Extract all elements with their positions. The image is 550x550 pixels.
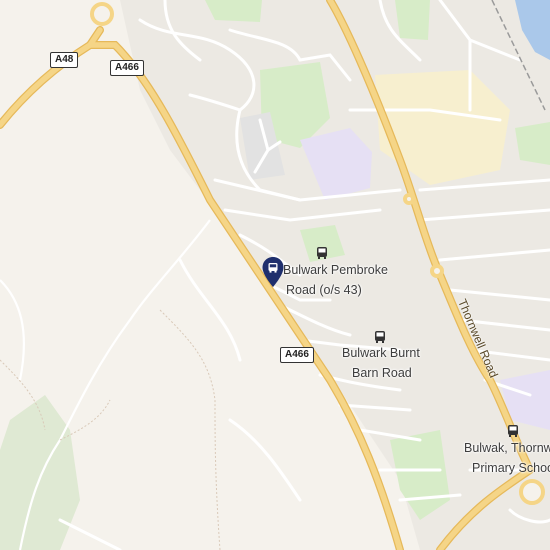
paths — [0, 219, 211, 550]
bus-icon — [508, 425, 518, 437]
bus-stop-label-line1: Bulwark Burnt — [342, 346, 420, 360]
bus-icon — [317, 247, 327, 259]
map-view[interactable]: A48 A466 A466 Thornwell Road Bulwark Pem… — [0, 0, 550, 550]
bus-icon — [375, 331, 385, 343]
bus-stop-label-line1: Bulwak, Thornw — [464, 441, 550, 455]
bus-stop-label-line2: Primary Schoo — [472, 461, 550, 475]
road-shield-a466: A466 — [110, 60, 144, 76]
bus-stop-label-line2: Road (o/s 43) — [286, 283, 362, 297]
bus-stop-label-line2: Barn Road — [352, 366, 412, 380]
road-shield-a466: A466 — [280, 347, 314, 363]
location-pin-icon[interactable] — [261, 256, 285, 288]
park-area — [515, 122, 550, 165]
park-area — [395, 0, 430, 40]
park-area — [0, 395, 80, 550]
road-shield-a48: A48 — [50, 52, 79, 68]
bus-stop-label-line1: Bulwark Pembroke — [283, 263, 388, 277]
